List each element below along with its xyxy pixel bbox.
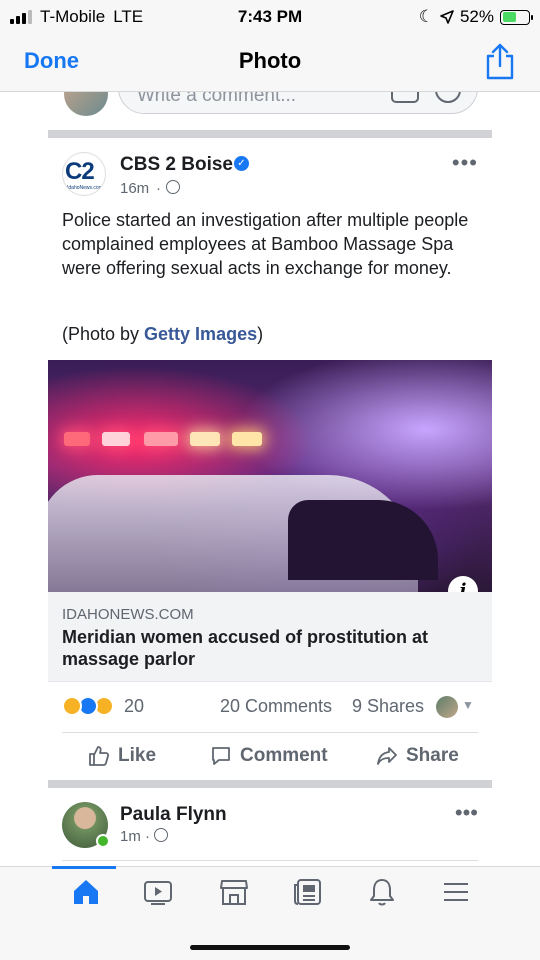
link-preview[interactable]: IDAHONEWS.COM Meridian women accused of … xyxy=(48,592,492,682)
comment-placeholder: Write a comment... xyxy=(137,92,297,106)
shares-count[interactable]: 9 Shares xyxy=(352,696,424,717)
tab-bar xyxy=(0,866,540,960)
home-indicator[interactable] xyxy=(190,945,350,950)
avatar xyxy=(64,92,108,116)
caret-down-icon[interactable]: ▼ xyxy=(462,698,474,712)
battery-charging-icon xyxy=(500,9,533,25)
tab-menu[interactable] xyxy=(426,877,486,921)
tab-notifications[interactable] xyxy=(352,877,412,921)
feed[interactable]: Write a comment... C2 IdahoNews.com CBS … xyxy=(0,92,540,866)
more-options-icon[interactable]: ••• xyxy=(452,152,478,174)
comment-label: Comment xyxy=(240,745,328,766)
logo-text: C2 xyxy=(65,158,95,185)
post-time[interactable]: 1m xyxy=(120,828,141,845)
tab-marketplace[interactable] xyxy=(204,877,264,921)
nav-bar: Done Photo xyxy=(0,34,540,92)
battery-percent: 52% xyxy=(459,7,494,26)
post-time[interactable]: 16m xyxy=(120,180,149,197)
car-window xyxy=(288,500,438,580)
page-title: Photo xyxy=(238,48,302,73)
share-label: Share xyxy=(406,745,459,766)
comment-button[interactable]: Comment xyxy=(210,745,328,767)
verified-badge-icon: ✓ xyxy=(234,156,249,171)
store-icon xyxy=(220,880,248,905)
tab-watch[interactable] xyxy=(128,877,188,921)
share-button[interactable]: Share xyxy=(376,745,459,767)
photo-credit: (Photo by Getty Images) xyxy=(62,324,263,345)
more-options-icon[interactable]: ••• xyxy=(455,802,478,824)
comment-input[interactable]: Write a comment... xyxy=(118,92,478,114)
post-photo[interactable]: i xyxy=(48,360,492,592)
home-icon xyxy=(74,880,98,904)
divider xyxy=(62,860,478,861)
menu-icon xyxy=(444,883,468,901)
police-lightbar xyxy=(64,432,294,448)
active-tab-indicator xyxy=(52,866,116,869)
share-icon[interactable] xyxy=(484,42,516,80)
status-right: ☾ 52% xyxy=(418,7,533,27)
credit-prefix: (Photo by xyxy=(62,324,145,344)
logo-subtext: IdahoNews.com xyxy=(67,185,103,191)
reactions-bar[interactable]: 20 20 Comments 9 Shares ▼ xyxy=(48,694,492,722)
tab-news[interactable] xyxy=(278,877,338,921)
post-actions: Like Comment Share xyxy=(62,732,478,782)
post-text: Police started an investigation after mu… xyxy=(62,210,469,278)
moon-icon: ☾ xyxy=(418,7,434,26)
reaction-count[interactable]: 20 xyxy=(124,696,144,717)
status-bar: T-Mobile LTE 7:43 PM ☾ 52% xyxy=(0,0,540,34)
globe-icon xyxy=(166,180,180,194)
comments-count[interactable]: 20 Comments xyxy=(220,696,332,717)
globe-icon xyxy=(154,828,168,842)
credit-suffix: ) xyxy=(257,324,264,344)
like-label: Like xyxy=(118,745,157,766)
online-indicator xyxy=(96,834,110,848)
haha-reaction-icon xyxy=(62,696,82,716)
share-arrow-icon xyxy=(377,747,397,765)
post-author[interactable]: Paula Flynn xyxy=(120,804,227,826)
link-domain: IDAHONEWS.COM xyxy=(62,606,194,623)
thumbs-up-icon xyxy=(89,746,110,766)
like-button[interactable]: Like xyxy=(88,745,156,767)
tab-home[interactable] xyxy=(56,877,116,921)
link-title: Meridian women accused of prostitution a… xyxy=(62,627,429,669)
news-icon xyxy=(294,879,321,905)
video-icon xyxy=(144,881,172,905)
dot-separator: · xyxy=(145,828,150,845)
reaction-avatar[interactable] xyxy=(436,696,458,718)
comment-composer: Write a comment... xyxy=(48,92,492,130)
camera-icon[interactable] xyxy=(391,92,419,103)
location-icon xyxy=(440,10,454,24)
post-card: Paula Flynn 1m · ••• xyxy=(48,788,492,866)
comment-icon xyxy=(212,747,230,765)
credit-link[interactable]: Getty Images xyxy=(144,324,257,344)
bell-icon xyxy=(370,879,394,906)
info-icon[interactable]: i xyxy=(448,576,478,592)
page-avatar[interactable]: C2 IdahoNews.com xyxy=(62,152,106,196)
dot-separator: · xyxy=(156,180,161,197)
post-author[interactable]: CBS 2 Boise xyxy=(120,154,233,176)
sticker-icon[interactable] xyxy=(435,92,461,103)
divider xyxy=(48,130,492,138)
divider xyxy=(48,780,492,788)
